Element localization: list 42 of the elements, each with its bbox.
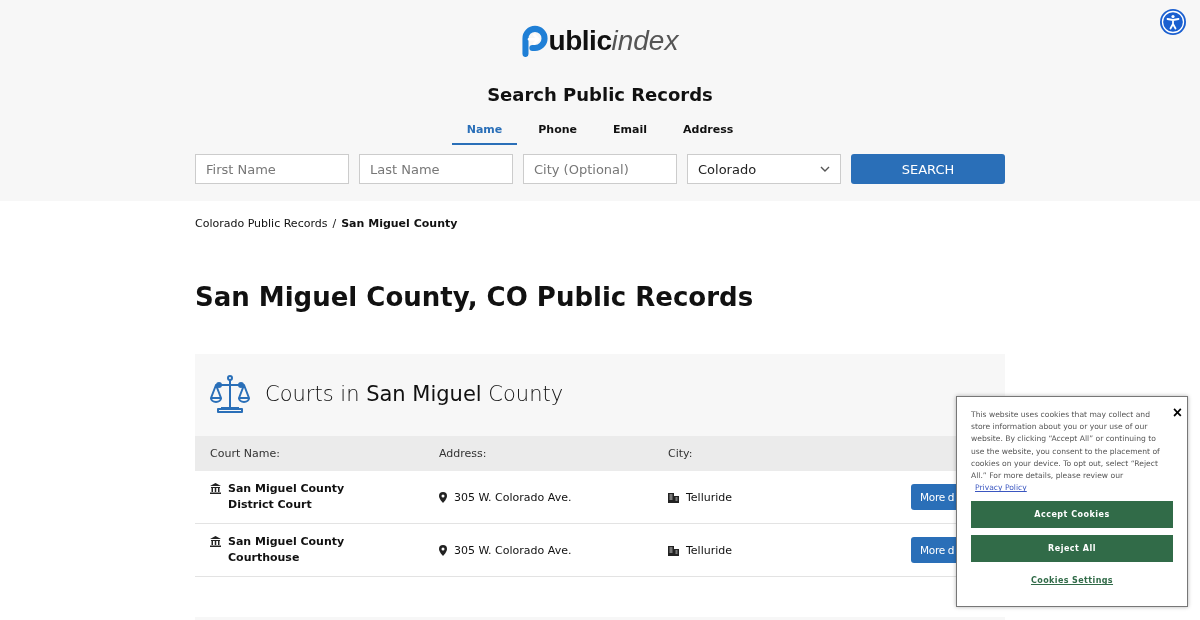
chevron-icon	[820, 166, 830, 172]
search-tab[interactable]: Email	[598, 119, 662, 145]
more-details-button[interactable]: More d	[911, 537, 956, 563]
location-pin-icon	[439, 491, 447, 503]
column-header: Address:	[439, 447, 488, 460]
court-address: 305 W. Colorado Ave.	[454, 490, 572, 504]
state-select[interactable]: Colorado	[687, 154, 841, 184]
accessibility-icon[interactable]	[1159, 8, 1187, 36]
logo-icon	[521, 25, 548, 57]
location-pin-icon	[439, 544, 447, 556]
cookie-button[interactable]: Reject All	[971, 535, 1173, 563]
cookies-settings-link[interactable]: Cookies Settings	[971, 576, 1173, 586]
search-tab[interactable]: Name	[451, 119, 518, 145]
input-field[interactable]: Last Name	[359, 154, 513, 184]
breadcrumb-link[interactable]: Colorado Public Records	[195, 217, 328, 230]
column-header: Court Name:	[210, 447, 281, 460]
column-header: City:	[668, 447, 694, 460]
court-city: Telluride	[686, 490, 733, 504]
more-details-button[interactable]: More d	[911, 484, 956, 510]
court-name: San Miguel County Courthouse	[228, 534, 346, 566]
buildings-icon	[668, 491, 679, 503]
input-field[interactable]: City (Optional)	[523, 154, 677, 184]
courthouse-icon	[210, 483, 221, 494]
search-tab[interactable]: Address	[668, 119, 749, 145]
breadcrumb-link[interactable]: San Miguel County	[341, 217, 458, 230]
search-title: Search Public Records	[487, 84, 713, 105]
court-address: 305 W. Colorado Ave.	[454, 543, 572, 557]
courthouse-icon	[210, 536, 221, 547]
input-field[interactable]: First Name	[195, 154, 349, 184]
scales-icon	[210, 374, 250, 414]
page-heading: San Miguel County, CO Public Records	[195, 282, 755, 312]
card-title: Courts in San Miguel County	[265, 382, 564, 406]
search-button[interactable]: SEARCH	[851, 154, 1005, 184]
court-city: Telluride	[686, 543, 733, 557]
breadcrumb-separator: /	[332, 217, 337, 230]
logo-text: ublic	[548, 25, 612, 57]
court-name: San Miguel County District Court	[228, 481, 346, 513]
search-tab[interactable]: Phone	[523, 119, 593, 145]
logo-text: index	[611, 25, 679, 57]
close-button[interactable]: ×	[1172, 405, 1182, 421]
buildings-icon	[668, 544, 679, 556]
cookie-button[interactable]: Accept Cookies	[971, 501, 1173, 529]
